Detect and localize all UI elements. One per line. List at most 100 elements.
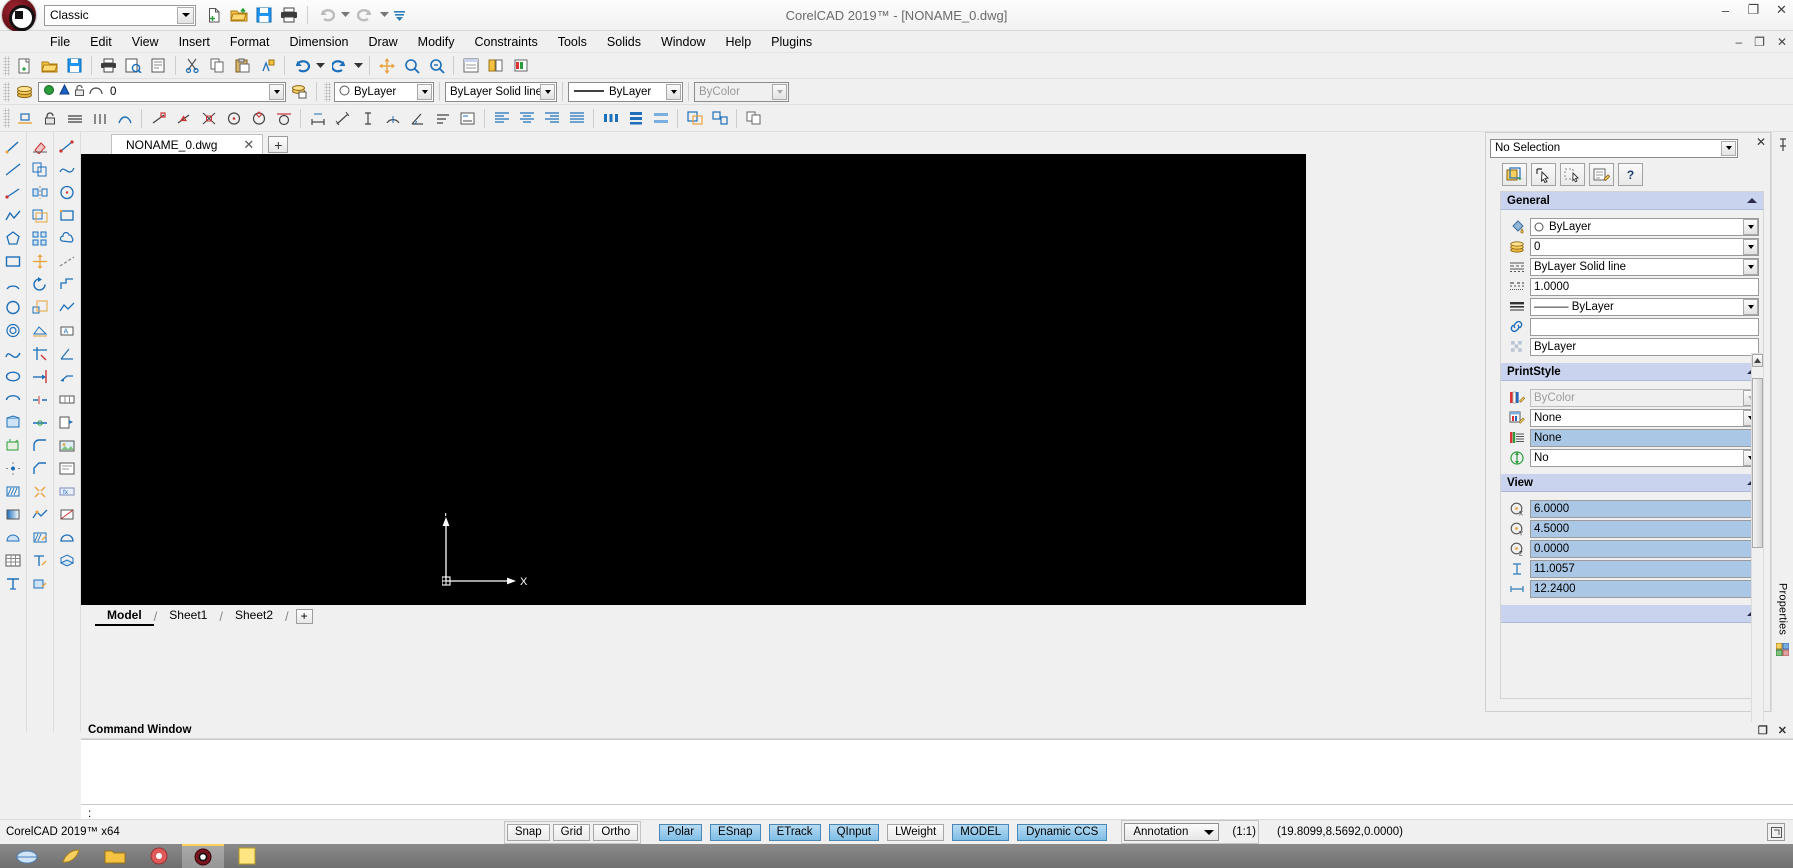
- 3d-view-icon[interactable]: [56, 549, 79, 571]
- printstyle-table-field[interactable]: None: [1530, 408, 1759, 427]
- insert-block-icon[interactable]: [2, 411, 25, 433]
- esnap-center-icon[interactable]: [222, 107, 245, 129]
- property-row-lineweight[interactable]: ——— ByLayer: [1501, 297, 1763, 316]
- esnap-tangent-icon[interactable]: [272, 107, 295, 129]
- region-icon[interactable]: [2, 526, 25, 548]
- selection-combo[interactable]: No Selection: [1490, 138, 1738, 158]
- menu-dimension[interactable]: Dimension: [279, 33, 358, 51]
- move-icon[interactable]: [29, 250, 52, 272]
- properties-panel-icon[interactable]: [459, 55, 482, 77]
- linestyle-field[interactable]: ByLayer Solid line: [1530, 257, 1759, 276]
- edit-text-icon[interactable]: [29, 549, 52, 571]
- property-row-printstyle-list[interactable]: None: [1501, 428, 1763, 447]
- align-center-icon[interactable]: [515, 107, 538, 129]
- group-entities-icon[interactable]: [683, 107, 706, 129]
- edit-block-icon[interactable]: [29, 572, 52, 594]
- property-row-color[interactable]: ByLayer: [1501, 217, 1763, 236]
- status-toggle-model[interactable]: MODEL: [952, 823, 1010, 841]
- printstyle-color-field[interactable]: ByColor: [1530, 388, 1759, 407]
- dimension-vertical-icon[interactable]: [356, 107, 379, 129]
- new-drawing-icon[interactable]: [13, 55, 36, 77]
- properties-scrollbar[interactable]: [1751, 353, 1764, 753]
- open-folder-icon[interactable]: [228, 4, 250, 26]
- esnap-midpoint2-icon[interactable]: [172, 107, 195, 129]
- property-row-hyperlink[interactable]: [1501, 317, 1763, 336]
- taskbar-app-paint-icon[interactable]: [138, 844, 180, 868]
- extend-icon[interactable]: [29, 365, 52, 387]
- design-resources-icon[interactable]: [484, 55, 507, 77]
- dim-angle-icon[interactable]: [56, 342, 79, 364]
- layer-field-arrow-icon[interactable]: [1743, 238, 1758, 255]
- color-combo-arrow-icon[interactable]: [417, 83, 432, 100]
- command-window-close-icon[interactable]: ✕: [1778, 724, 1787, 737]
- hatch-icon[interactable]: [2, 480, 25, 502]
- split-icon[interactable]: [29, 388, 52, 410]
- copy-entity-icon[interactable]: [29, 158, 52, 180]
- menu-file[interactable]: File: [40, 33, 80, 51]
- layer-states-icon[interactable]: [288, 81, 311, 103]
- property-row-printstyle-table[interactable]: None: [1501, 408, 1763, 427]
- layer-field[interactable]: 0: [1530, 237, 1759, 256]
- layers-manager-icon[interactable]: [13, 81, 36, 103]
- section-header-printstyle[interactable]: PrintStyle: [1501, 363, 1763, 381]
- draw-polygon-icon[interactable]: [2, 227, 25, 249]
- lineweight-combo-arrow-icon[interactable]: [666, 83, 681, 100]
- command-window-float-icon[interactable]: ❐: [1758, 724, 1768, 737]
- menu-view[interactable]: View: [122, 33, 169, 51]
- field-icon[interactable]: fx: [56, 480, 79, 502]
- undo-dropdown-icon[interactable]: [315, 55, 326, 77]
- sheet-tab-sheet1[interactable]: Sheet1: [157, 606, 219, 626]
- mirror-icon[interactable]: [29, 181, 52, 203]
- transparency-field[interactable]: ByLayer: [1530, 337, 1759, 356]
- fillet-icon[interactable]: [29, 434, 52, 456]
- draw-ellipse-icon[interactable]: [2, 365, 25, 387]
- scale-icon[interactable]: [29, 296, 52, 318]
- status-toggle-esnap[interactable]: ESnap: [710, 823, 761, 841]
- align-left-icon[interactable]: [490, 107, 513, 129]
- polyline-edit-icon[interactable]: [56, 296, 79, 318]
- properties-scroll-area[interactable]: General ByLayer 0 ByLayer Solid line 1.0…: [1500, 191, 1764, 699]
- trim-icon[interactable]: [29, 342, 52, 364]
- save-disk-icon[interactable]: [253, 4, 275, 26]
- print-preview-icon[interactable]: [122, 55, 145, 77]
- select-filter-icon[interactable]: [1560, 163, 1585, 186]
- property-row-linescale[interactable]: 1.0000: [1501, 277, 1763, 296]
- status-toggle-grid[interactable]: Grid: [552, 823, 591, 841]
- status-toggle-dynamic-ccs[interactable]: Dynamic CCS: [1017, 823, 1108, 841]
- new-document-tab-button[interactable]: +: [268, 136, 289, 153]
- taskbar-app-browser-icon[interactable]: [6, 844, 48, 868]
- quick-select-icon[interactable]: [1502, 163, 1527, 186]
- undo-arrow-icon[interactable]: [315, 4, 337, 26]
- print-height-field[interactable]: No: [1530, 448, 1759, 467]
- esnap-settings-icon[interactable]: [13, 107, 36, 129]
- join-icon[interactable]: [29, 411, 52, 433]
- property-row-center-x[interactable]: X 6.0000: [1501, 499, 1763, 518]
- dimension-style-icon[interactable]: [456, 107, 479, 129]
- circle-center-icon[interactable]: [56, 181, 79, 203]
- menu-plugins[interactable]: Plugins: [761, 33, 822, 51]
- esnap-midpoint-icon[interactable]: [63, 107, 86, 129]
- lineweight-combo[interactable]: ByLayer: [568, 81, 683, 102]
- section-header-general[interactable]: General: [1501, 192, 1763, 210]
- layer-print-icon[interactable]: [89, 84, 103, 99]
- make-block-icon[interactable]: [2, 434, 25, 456]
- scrollbar-thumb[interactable]: [1752, 378, 1763, 548]
- taskbar-app-corelcad-icon[interactable]: [182, 844, 224, 868]
- gradient-icon[interactable]: [2, 503, 25, 525]
- property-row-layer[interactable]: 0: [1501, 237, 1763, 256]
- xref-attach-icon[interactable]: [56, 411, 79, 433]
- property-row-view-height[interactable]: 11.0057: [1501, 559, 1763, 578]
- ole-object-icon[interactable]: [56, 457, 79, 479]
- edit-properties-icon[interactable]: [1589, 163, 1614, 186]
- toolbar-grip[interactable]: [3, 81, 10, 102]
- property-row-linestyle[interactable]: ByLayer Solid line: [1501, 257, 1763, 276]
- layer-combo[interactable]: 0: [38, 81, 286, 102]
- scroll-up-arrow-icon[interactable]: [1752, 354, 1763, 367]
- draw-spline2-icon[interactable]: [56, 158, 79, 180]
- sheet-tab-model[interactable]: Model: [95, 606, 154, 626]
- zoom-window-icon[interactable]: [400, 55, 423, 77]
- open-drawing-icon[interactable]: [38, 55, 61, 77]
- tolerance-icon[interactable]: [56, 388, 79, 410]
- undo-icon[interactable]: [290, 55, 313, 77]
- window-close-button[interactable]: ✕: [1774, 2, 1789, 18]
